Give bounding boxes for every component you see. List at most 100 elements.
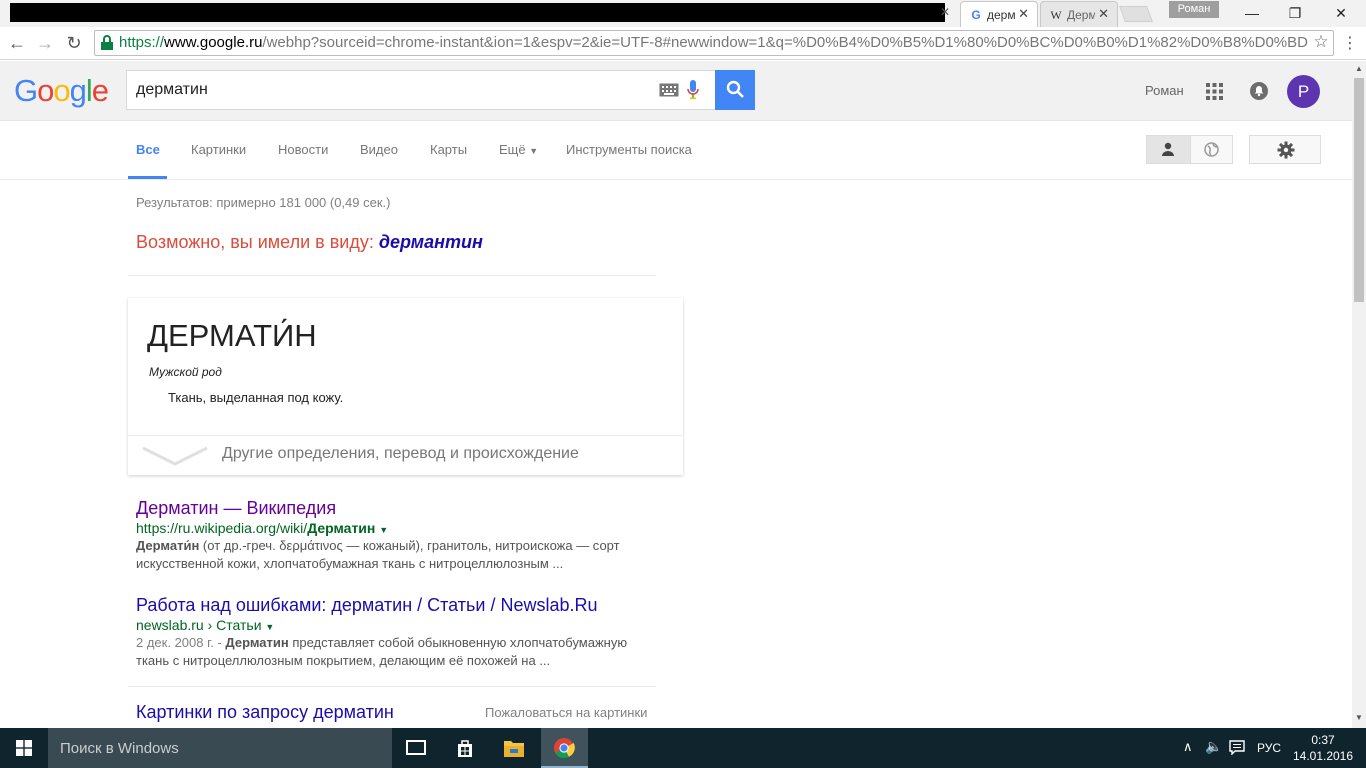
dictionary-card: ДЕРМАТИ́Н Мужской род Ткань, выделанная … <box>128 298 683 475</box>
action-center-icon[interactable] <box>1229 740 1245 760</box>
start-button[interactable] <box>0 728 48 768</box>
back-button[interactable]: ← <box>6 32 28 54</box>
search-result: Дерматин — Википедия https://ru.wikipedi… <box>136 498 676 573</box>
taskbar-search-box[interactable]: Поиск в Windows <box>48 728 392 768</box>
google-logo[interactable]: Google <box>14 73 109 109</box>
bookmark-star-icon[interactable]: ☆ <box>1311 31 1331 54</box>
settings-button[interactable] <box>1249 135 1321 164</box>
new-tab-button[interactable] <box>1119 6 1153 22</box>
clock-date: 14.01.2016 <box>1292 749 1354 763</box>
redacted-tab-close-icon[interactable]: ✕ <box>940 5 950 19</box>
tab-wikipedia[interactable]: W Дерм ✕ <box>1040 1 1118 27</box>
did-you-mean-link[interactable]: дермантин <box>379 232 483 252</box>
profile-badge[interactable]: Роман <box>1169 1 1219 18</box>
dictionary-expand-button[interactable]: Другие определения, перевод и происхожде… <box>128 436 683 475</box>
active-tab-indicator <box>128 176 167 179</box>
avatar[interactable]: Р <box>1287 75 1320 108</box>
chrome-taskbar-button[interactable] <box>541 728 588 768</box>
volume-icon[interactable]: 🔈 <box>1205 738 1222 755</box>
taskbar-search-placeholder: Поиск в Windows <box>60 740 179 757</box>
snippet-line: представляет собой обыкновенную хлопчато… <box>288 635 628 650</box>
input-language-indicator[interactable]: РУС <box>1257 741 1281 755</box>
snippet-bold: Дерматин <box>225 635 289 650</box>
tab-news[interactable]: Новости <box>278 142 328 157</box>
search-button[interactable] <box>715 70 755 110</box>
microphone-icon[interactable] <box>687 80 699 105</box>
gear-icon <box>1277 141 1295 159</box>
tab-close-icon[interactable]: ✕ <box>1018 6 1029 22</box>
url-dropdown-icon[interactable]: ▼ <box>379 525 388 535</box>
chrome-menu-icon[interactable]: ⋮ <box>1342 33 1358 53</box>
dictionary-definition: Ткань, выделанная под кожу. <box>168 390 344 405</box>
tray-chevron-up-icon[interactable]: ∧ <box>1183 739 1193 755</box>
user-name-link[interactable]: Роман <box>1145 83 1184 98</box>
result-url[interactable]: newslab.ru › Статьи ▼ <box>136 617 676 633</box>
result-title-link[interactable]: Работа над ошибками: дерматин / Статьи /… <box>136 595 676 616</box>
notifications-bell-icon[interactable] <box>1250 82 1268 100</box>
tab-maps[interactable]: Карты <box>430 142 467 157</box>
dropdown-arrow-icon: ▼ <box>529 146 539 156</box>
address-bar[interactable]: https://www.google.ru/webhp?sourceid=chr… <box>94 30 1334 56</box>
browser-toolbar: ← → ↻ https://www.google.ru/webhp?source… <box>0 27 1366 60</box>
tab-all[interactable]: Все <box>136 142 160 157</box>
result-snippet: Дермати́н (от др.-греч. δερμάτινος — кож… <box>136 537 676 573</box>
scrollbar-thumb[interactable] <box>1354 78 1364 302</box>
result-date: 2 дек. 2008 г. - <box>136 635 226 650</box>
url-dropdown-icon[interactable]: ▼ <box>265 622 274 632</box>
task-view-icon[interactable] <box>406 740 426 755</box>
search-box[interactable]: дерматин <box>126 70 716 110</box>
result-url-bold: Дерматин <box>307 520 376 536</box>
did-you-mean-label: Возможно, вы имели в виду: <box>136 232 374 252</box>
tab-more-label: Ещё <box>499 142 526 157</box>
tab-video[interactable]: Видео <box>360 142 398 157</box>
minimize-button[interactable]: — <box>1229 0 1275 26</box>
divider <box>128 275 656 276</box>
store-icon[interactable] <box>455 738 475 763</box>
windows-logo-icon <box>16 740 32 756</box>
clock[interactable]: 0:37 14.01.2016 <box>1290 732 1356 764</box>
images-section-title[interactable]: Картинки по запросу дерматин <box>136 702 394 723</box>
result-stats: Результатов: примерно 181 000 (0,49 сек.… <box>136 195 391 210</box>
close-window-button[interactable]: ✕ <box>1318 0 1364 26</box>
snippet-line: искусственной кожи, хлопчатобумажная тка… <box>136 556 564 571</box>
wikipedia-favicon-icon: W <box>1050 8 1062 22</box>
search-nav-tabs: Все Картинки Новости Видео Карты Ещё ▼ И… <box>0 122 1352 180</box>
reload-button[interactable]: ↻ <box>63 32 85 54</box>
search-input[interactable]: дерматин <box>136 81 208 99</box>
apps-grid-icon[interactable] <box>1206 83 1223 105</box>
keyboard-icon[interactable] <box>659 83 679 102</box>
tab-images[interactable]: Картинки <box>191 142 246 157</box>
snippet-line: (от др.-греч. δερμάτινος — кожаный), гра… <box>199 538 620 553</box>
personal-results-toggle <box>1146 135 1233 164</box>
search-result: Работа над ошибками: дерматин / Статьи /… <box>136 595 676 670</box>
snippet-bold: Дермати́н <box>136 538 200 553</box>
scroll-down-arrow-icon[interactable]: ▼ <box>1355 713 1363 722</box>
file-explorer-icon[interactable] <box>503 738 525 763</box>
chevron-down-icon <box>142 446 208 466</box>
result-url[interactable]: https://ru.wikipedia.org/wiki/Дерматин ▼ <box>136 520 676 536</box>
page-scrollbar[interactable]: ▲ ▼ <box>1352 61 1366 728</box>
scroll-up-arrow-icon[interactable]: ▲ <box>1355 64 1363 73</box>
result-title-link[interactable]: Дерматин — Википедия <box>136 498 676 519</box>
tab-label: дерм <box>987 8 1016 22</box>
global-results-button[interactable] <box>1190 136 1232 163</box>
tab-search-tools[interactable]: Инструменты поиска <box>566 142 692 157</box>
forward-button[interactable]: → <box>34 32 56 54</box>
search-icon <box>726 80 745 104</box>
tab-active[interactable]: G дерм ✕ <box>960 1 1038 27</box>
windows-taskbar: Поиск в Windows ∧ 🔈 РУС 0:37 14.01.2016 <box>0 728 1366 768</box>
divider <box>128 686 656 687</box>
personal-results-button[interactable] <box>1147 136 1190 163</box>
restore-button[interactable]: ❐ <box>1272 0 1318 26</box>
url-scheme: https:// <box>119 34 165 51</box>
redacted-tabs-bar <box>10 3 945 22</box>
report-images-link[interactable]: Пожаловаться на картинки <box>485 705 647 720</box>
clock-time: 0:37 <box>1311 733 1335 747</box>
tab-close-icon[interactable]: ✕ <box>1098 6 1109 22</box>
globe-icon <box>1204 142 1219 157</box>
dictionary-word: ДЕРМАТИ́Н <box>147 318 317 353</box>
tab-more[interactable]: Ещё ▼ <box>499 142 538 157</box>
secure-lock-icon <box>100 35 114 50</box>
tab-label: Дерм <box>1067 8 1095 22</box>
url-host: www.google.ru <box>164 34 263 51</box>
